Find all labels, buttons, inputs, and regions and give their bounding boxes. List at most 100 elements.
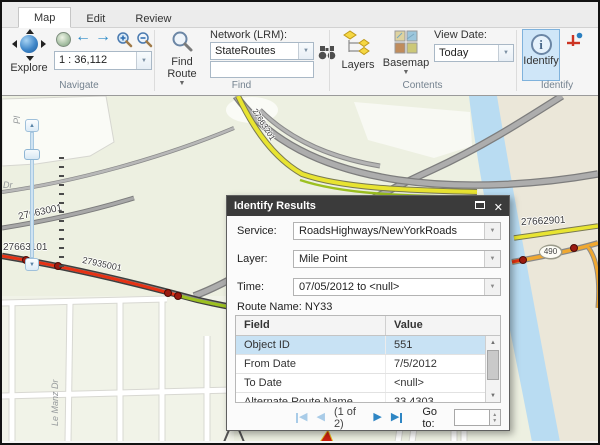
zoom-slider-handle[interactable] (24, 149, 40, 160)
zoom-in-button[interactable] (116, 31, 133, 48)
chevron-down-icon[interactable] (498, 45, 513, 61)
tab-edit[interactable]: Edit (71, 9, 120, 28)
previous-extent-button[interactable] (75, 27, 91, 47)
column-header-field[interactable]: Field (236, 316, 386, 335)
full-extent-button[interactable] (56, 32, 71, 47)
scroll-down-icon[interactable] (486, 389, 500, 402)
identify-button[interactable]: Identify (522, 29, 560, 81)
time-label: Time: (237, 281, 264, 293)
service-combobox[interactable]: RoadsHighways/NewYorkRoads (293, 222, 501, 240)
street-name-label: Le Manz Dr (50, 379, 60, 426)
route-input[interactable] (210, 61, 314, 78)
time-row: Time: 07/05/2012 to <null> (227, 278, 509, 296)
table-header: Field Value (236, 316, 500, 336)
zoom-slider-up-button[interactable] (25, 119, 39, 132)
scale-combobox[interactable]: 1 : 36,112 (54, 51, 152, 70)
service-value: RoadsHighways/NewYorkRoads (294, 223, 484, 239)
time-value: 07/05/2012 to <null> (294, 279, 484, 295)
next-page-button[interactable] (373, 412, 381, 423)
basemap-icon (394, 30, 419, 55)
route-id-label: 27662901 (521, 215, 566, 228)
scale-value: 1 : 36,112 (55, 52, 136, 69)
arrow-up-icon (26, 29, 34, 34)
goto-spinner[interactable] (490, 409, 501, 426)
scroll-up-icon[interactable] (486, 336, 500, 349)
group-navigate: Explore 1 : 36,1 (4, 28, 154, 95)
layers-icon (343, 30, 373, 57)
chevron-down-icon[interactable] (298, 43, 313, 59)
explore-button[interactable]: Explore (6, 30, 52, 74)
group-contents: Layers Basemap View Date: Today Contents (329, 28, 516, 95)
table-scrollbar[interactable] (485, 336, 500, 402)
network-lrm-label: Network (LRM): (210, 29, 287, 41)
close-icon[interactable] (494, 198, 503, 218)
arrow-right-icon (41, 40, 46, 48)
sphere-icon (20, 35, 38, 53)
next-extent-button[interactable] (95, 27, 111, 47)
cell-field: To Date (236, 374, 386, 392)
table-row[interactable]: To Date <null> (236, 374, 500, 393)
layer-value: Mile Point (294, 251, 484, 267)
cell-value: <null> (386, 374, 500, 392)
scrollbar-thumb[interactable] (487, 350, 499, 380)
tab-map[interactable]: Map (18, 7, 71, 28)
arrow-left-icon (12, 40, 17, 48)
zoom-out-button[interactable] (136, 31, 153, 48)
layers-label: Layers (341, 59, 374, 71)
view-date-label: View Date: (434, 29, 487, 41)
chevron-down-icon[interactable] (484, 223, 500, 239)
chevron-down-icon[interactable] (136, 52, 151, 69)
group-label-find: Find (154, 80, 329, 91)
dialog-title-bar[interactable]: Identify Results (227, 196, 509, 216)
maximize-button[interactable] (475, 201, 485, 209)
route-shield-label: 490 (539, 245, 562, 259)
layer-label: Layer: (237, 253, 268, 265)
route-name-value: NY33 (305, 301, 333, 313)
zoom-slider (23, 119, 43, 271)
route-name-label: Route Name: (237, 301, 302, 313)
group-identify: Identify Identify (516, 28, 598, 95)
goto-input[interactable] (454, 409, 490, 426)
column-header-value[interactable]: Value (386, 316, 500, 335)
route-crosshair-icon (565, 32, 583, 48)
cell-value: 33 4303 (386, 393, 500, 402)
explore-label: Explore (10, 62, 47, 74)
tab-review[interactable]: Review (120, 9, 186, 28)
table-row[interactable]: From Date 7/5/2012 (236, 355, 500, 374)
cell-value: 551 (386, 336, 500, 354)
explore-icon (12, 30, 46, 60)
chevron-down-icon[interactable] (484, 279, 500, 295)
zoom-slider-down-button[interactable] (25, 258, 39, 271)
view-date-combobox[interactable]: Today (434, 44, 514, 62)
app-window: Map Edit Review Explore (0, 0, 600, 445)
pagination-bar: (1 of 2) Go to: (235, 407, 501, 428)
street-name-label: Dr (3, 180, 13, 190)
page-indicator: (1 of 2) (334, 406, 364, 430)
time-combobox[interactable]: 07/05/2012 to <null> (293, 278, 501, 296)
identify-results-dialog: Identify Results Service: RoadsHighways/… (226, 195, 510, 431)
attribute-table: Field Value Object ID 551 From Date 7/5/… (235, 315, 501, 403)
layer-row: Layer: Mile Point (227, 250, 509, 268)
network-lrm-combobox[interactable]: StateRoutes (210, 42, 314, 60)
table-row[interactable]: Alternate Route Name 33 4303 (236, 393, 500, 402)
identify-label: Identify (523, 55, 558, 67)
group-label-contents: Contents (329, 80, 516, 91)
basemap-button[interactable]: Basemap (382, 30, 430, 76)
table-row[interactable]: Object ID 551 (236, 336, 500, 355)
first-page-button[interactable] (295, 412, 307, 423)
identify-route-locations-button[interactable] (565, 32, 583, 53)
map-view: 27663001 27663101 27935001 27662901 2766… (2, 95, 598, 441)
cell-field: Alternate Route Name (236, 393, 386, 402)
previous-page-button[interactable] (316, 412, 324, 423)
table-body: Object ID 551 From Date 7/5/2012 To Date… (236, 336, 500, 402)
cell-field: Object ID (236, 336, 386, 354)
find-route-button[interactable]: Find Route (160, 30, 204, 87)
layers-button[interactable]: Layers (338, 30, 378, 71)
chevron-down-icon[interactable] (484, 251, 500, 267)
ribbon: Explore 1 : 36,1 (2, 28, 598, 95)
last-page-button[interactable] (391, 412, 403, 423)
cell-value: 7/5/2012 (386, 355, 500, 373)
street-name-label: Pl (12, 116, 22, 124)
layer-combobox[interactable]: Mile Point (293, 250, 501, 268)
ribbon-tab-bar: Map Edit Review (2, 2, 598, 28)
